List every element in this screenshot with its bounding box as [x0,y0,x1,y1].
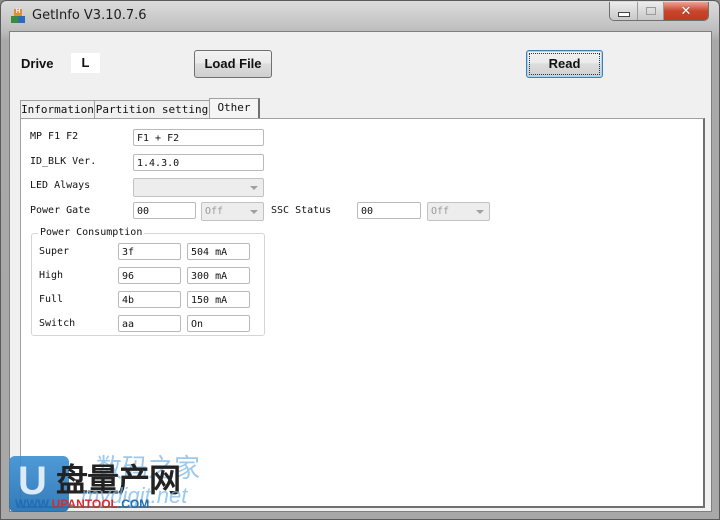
pc-row-value-field[interactable]: 300 mA [187,267,250,284]
drive-label: Drive [21,56,54,71]
maximize-button [638,2,664,20]
drive-input[interactable]: L [71,53,100,73]
pc-row-value-field[interactable]: On [187,315,250,332]
mp-f1-f2-label: MP F1 F2 [30,131,79,142]
main-window: H GetInfo V3.10.7.6 ✕ Drive L Load File … [0,0,720,520]
pc-row-label: Full [39,294,64,305]
title-bar[interactable]: H GetInfo V3.10.7.6 ✕ [1,1,719,31]
chevron-down-icon [250,186,258,190]
load-file-button[interactable]: Load File [194,50,272,78]
power-consumption-title: Power Consumption [38,227,145,238]
pc-row-code-field[interactable]: 3f [118,243,181,260]
pc-row-code-field[interactable]: aa [118,315,181,332]
app-icon-letter: H [14,9,22,16]
minimize-button[interactable] [610,2,638,20]
app-icon: H [11,9,25,23]
pc-row-value-field[interactable]: 150 mA [187,291,250,308]
pc-row-code-field[interactable]: 96 [118,267,181,284]
led-always-dropdown[interactable] [133,178,264,197]
power-consumption-group: Power Consumption Super 3f 504 mA High 9… [31,227,265,336]
read-button[interactable]: Read [526,50,603,78]
watermark-logo: U 数码之家 盘量产网 mydigit.net WWW.UPANTOOL.COM [1,453,201,519]
minimize-icon [617,11,630,17]
tab-partition-setting[interactable]: Partition setting [94,100,210,118]
watermark-url: WWW.UPANTOOL.COM [15,497,150,511]
close-icon: ✕ [680,3,692,19]
window-title: GetInfo V3.10.7.6 [32,8,147,23]
ssc-status-option: Off [431,206,450,217]
caption-buttons: ✕ [609,2,709,21]
power-gate-label: Power Gate [30,205,91,216]
pc-row-value-field[interactable]: 504 mA [187,243,250,260]
ssc-status-field[interactable]: 00 [357,202,421,219]
id-blk-ver-field[interactable]: 1.4.3.0 [133,154,264,171]
pc-row-label: Super [39,246,70,257]
close-button[interactable]: ✕ [664,2,708,20]
pc-row-label: High [39,270,64,281]
power-gate-option: Off [205,206,224,217]
chevron-down-icon [476,210,484,214]
power-gate-dropdown[interactable]: Off [201,202,264,221]
maximize-icon [645,7,656,15]
client-area: Drive L Load File Read Information Parti… [9,31,712,512]
chevron-down-icon [250,210,258,214]
power-gate-field[interactable]: 00 [133,202,196,219]
ssc-status-label: SSC Status [271,205,332,216]
tab-other[interactable]: Other [209,98,260,119]
pc-row-code-field[interactable]: 4b [118,291,181,308]
led-always-label: LED Always [30,180,91,191]
ssc-status-dropdown[interactable]: Off [427,202,490,221]
tab-information[interactable]: Information [20,100,95,118]
pc-row-label: Switch [39,318,76,329]
id-blk-ver-label: ID_BLK Ver. [30,156,97,167]
mp-f1-f2-field[interactable]: F1 + F2 [133,129,264,146]
